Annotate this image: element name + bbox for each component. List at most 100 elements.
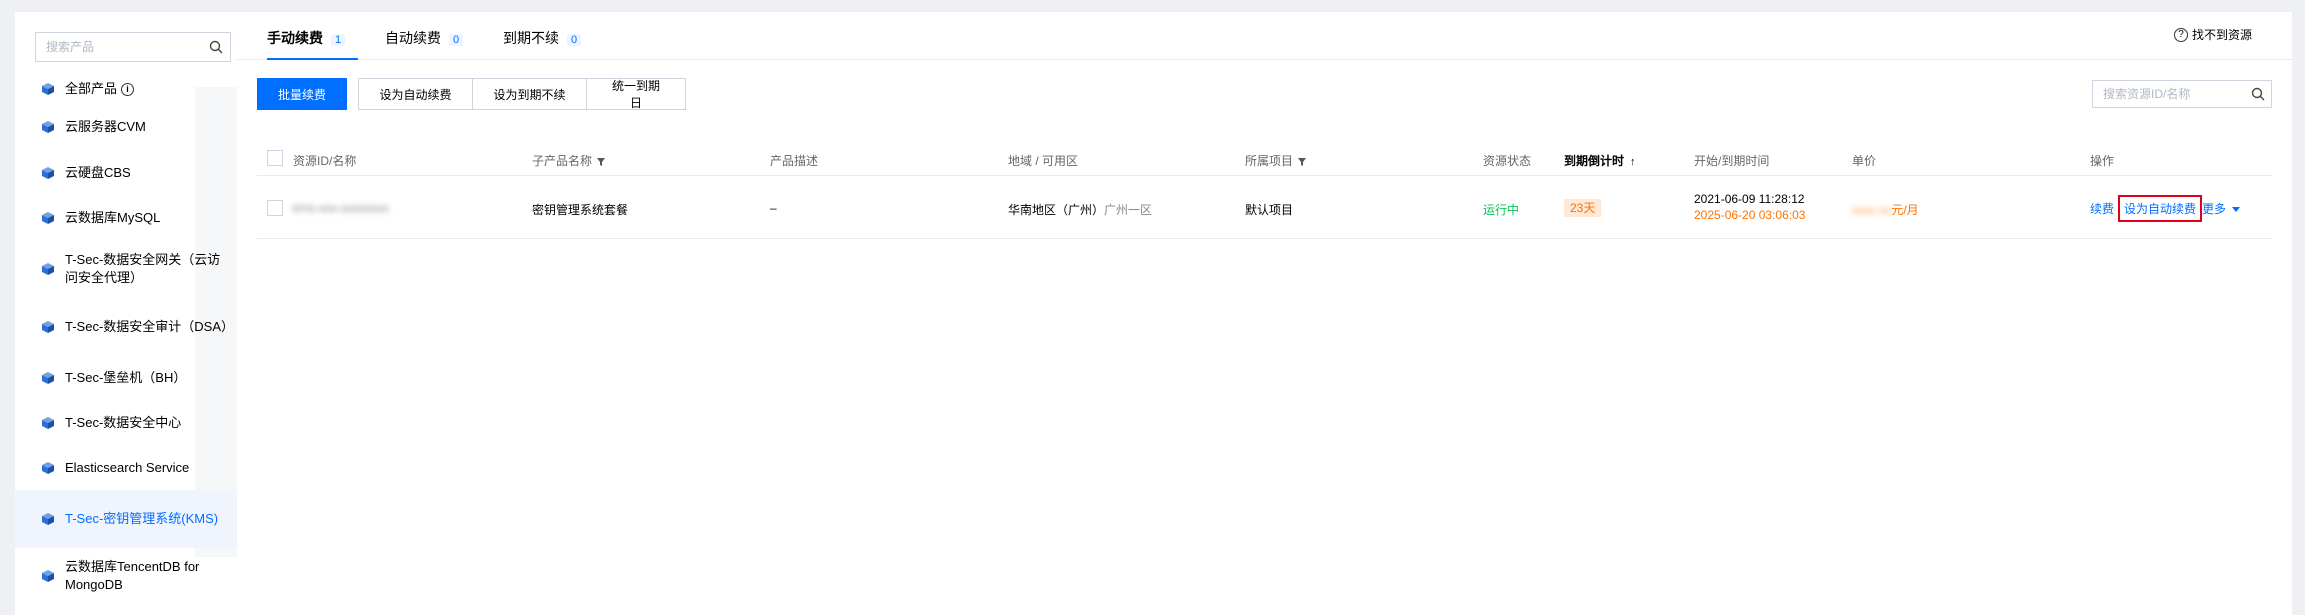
price-unit: 元/月 (1891, 203, 1919, 217)
set-auto-renew-link[interactable]: 设为自动续费 (2118, 195, 2203, 222)
sidebar-item-label: 云服务器CVM (65, 119, 146, 134)
sidebar-item-elasticsearch[interactable]: Elasticsearch Service (15, 446, 237, 490)
search-icon[interactable] (2251, 87, 2265, 101)
toolbar: 批量续费 设为自动续费 设为到期不续 统一到期日 (257, 78, 686, 110)
resource-search-box[interactable] (2092, 80, 2272, 108)
header-sub-product[interactable]: 子产品名称 (532, 152, 606, 169)
filter-icon[interactable] (1297, 157, 1307, 167)
header-label: 所属项目 (1245, 154, 1294, 168)
app-root: 全部产品i 云服务器CVM 云硬盘CBS 云数据库MySQL T-Sec-数据安… (0, 0, 2305, 615)
time-cell: 2021-06-09 11:28:12 2025-06-20 03:06:03 (1694, 191, 1805, 223)
sidebar-item-label: 云数据库TencentDB for MongoDB (65, 559, 200, 592)
product-menu: 全部产品 i 云服务器CVM 云硬盘CBS 云数据库MySQL T-Sec-数据安… (15, 74, 237, 604)
cube-icon (42, 417, 54, 429)
more-dropdown[interactable]: 更多 (2202, 200, 2241, 217)
header-region: 地域 / 可用区 (1008, 154, 1079, 168)
sidebar-item-label: T-Sec-密钥管理系统(KMS) (65, 511, 219, 526)
sidebar-item-label: T-Sec-数据安全审计（DSA） (65, 319, 235, 334)
tab-manual-renew[interactable]: 手动续费 1 (267, 28, 358, 60)
zone-text: 广州一区 (1104, 203, 1153, 217)
cube-icon (42, 462, 54, 474)
main-panel: 手动续费 1 自动续费 0 到期不续 0 ? 找不到资源 批量续费 设为自动续费 设为… (237, 12, 2292, 615)
sidebar-item-all-products[interactable]: 全部产品 i (15, 74, 237, 104)
tab-label: 自动续费 (385, 30, 441, 46)
countdown-cell: 23天 (1564, 199, 1602, 217)
cube-icon (42, 83, 54, 95)
help-label: 找不到资源 (2191, 28, 2252, 42)
actions-cell: 续费 设为自动续费 更多 (2090, 195, 2241, 222)
cube-icon (42, 513, 54, 525)
sidebar-item-label: T-Sec-堡垒机（BH） (65, 370, 187, 385)
renew-link[interactable]: 续费 (2090, 200, 2114, 217)
price-value: xxxx.xx (1852, 203, 1892, 217)
header-countdown[interactable]: 到期倒计时 ↑ (1564, 152, 1636, 169)
header-actions: 操作 (2090, 154, 2115, 168)
header-label: 子产品名称 (532, 154, 593, 168)
tab-no-renew[interactable]: 到期不续 0 (503, 28, 582, 60)
cube-icon (42, 167, 54, 179)
sidebar-item-cvm[interactable]: 云服务器CVM (15, 104, 237, 150)
header-resource-id: 资源ID/名称 (293, 154, 357, 168)
project-cell: 默认项目 (1245, 203, 1294, 217)
tab-count: 1 (331, 34, 346, 46)
tab-count: 0 (567, 34, 582, 46)
tab-label: 手动续费 (267, 30, 323, 46)
region-text: 华南地区（广州） (1008, 203, 1105, 217)
description-cell: – (770, 201, 777, 215)
sort-up-icon[interactable]: ↑ (1630, 156, 1636, 168)
header-description: 产品描述 (770, 154, 819, 168)
cube-icon (42, 212, 54, 224)
sidebar-item-casb[interactable]: T-Sec-数据安全网关（云访问安全代理） (15, 240, 237, 298)
sidebar-item-label: Elasticsearch Service (65, 460, 190, 475)
set-auto-renew-button[interactable]: 设为自动续费 (358, 78, 473, 110)
renew-tabs: 手动续费 1 自动续费 0 到期不续 0 ? 找不到资源 (237, 12, 2292, 60)
tab-count: 0 (449, 34, 464, 46)
region-cell: 华南地区（广州）广州一区 (1008, 201, 1152, 218)
start-time: 2021-06-09 11:28:12 (1694, 192, 1805, 206)
row-checkbox[interactable] (267, 200, 283, 216)
help-link[interactable]: ? 找不到资源 (2173, 26, 2252, 43)
price-cell: xxxx.xx元/月 (1852, 201, 1919, 218)
sidebar-item-label: T-Sec-数据安全网关（云访问安全代理） (65, 252, 221, 285)
product-search-input[interactable] (36, 33, 196, 61)
sidebar-item-bh[interactable]: T-Sec-堡垒机（BH） (15, 356, 237, 400)
unify-expiry-button[interactable]: 统一到期日 (586, 78, 686, 110)
header-status: 资源状态 (1483, 154, 1532, 168)
end-time: 2025-06-20 03:06:03 (1694, 208, 1806, 222)
resource-id-cell[interactable]: kms-xxx-xxxxxxxx (293, 201, 389, 215)
sidebar-item-label: 云数据库MySQL (65, 210, 161, 225)
sidebar-item-mysql[interactable]: 云数据库MySQL (15, 196, 237, 240)
question-icon: ? (2173, 27, 2188, 42)
select-all-checkbox[interactable] (267, 150, 283, 166)
resource-search-input[interactable] (2093, 81, 2243, 107)
sub-product-cell: 密钥管理系统套餐 (532, 203, 629, 217)
cube-icon (42, 121, 54, 133)
product-search-box[interactable] (35, 32, 231, 62)
cube-icon (42, 321, 54, 333)
countdown-badge: 23天 (1564, 199, 1602, 217)
table-row: kms-xxx-xxxxxxxx 密钥管理系统套餐 – 华南地区（广州）广州一区… (257, 177, 2272, 239)
batch-renew-button[interactable]: 批量续费 (257, 78, 347, 110)
cube-icon (42, 372, 54, 384)
tab-auto-renew[interactable]: 自动续费 0 (385, 28, 464, 60)
tab-label: 到期不续 (503, 30, 559, 46)
sidebar-item-dsa[interactable]: T-Sec-数据安全审计（DSA） (15, 298, 237, 356)
sidebar-item-mongodb[interactable]: 云数据库TencentDB for MongoDB (15, 548, 237, 604)
set-no-renew-button[interactable]: 设为到期不续 (472, 78, 587, 110)
sidebar-item-cbs[interactable]: 云硬盘CBS (15, 150, 237, 196)
search-icon[interactable] (209, 40, 223, 54)
product-sidebar: 全部产品i 云服务器CVM 云硬盘CBS 云数据库MySQL T-Sec-数据安… (15, 12, 237, 615)
header-time: 开始/到期时间 (1694, 154, 1770, 168)
sidebar-item-kms[interactable]: T-Sec-密钥管理系统(KMS) (15, 490, 237, 548)
cube-icon (42, 570, 54, 582)
header-project[interactable]: 所属项目 (1245, 152, 1307, 169)
filter-icon[interactable] (596, 157, 606, 167)
sidebar-item-label: 云硬盘CBS (65, 165, 131, 180)
sidebar-item-dsc[interactable]: T-Sec-数据安全中心 (15, 400, 237, 446)
header-label: 到期倒计时 (1564, 154, 1625, 168)
header-price: 单价 (1852, 154, 1877, 168)
info-icon[interactable]: i (121, 83, 135, 97)
status-badge: 运行中 (1483, 203, 1520, 217)
caret-down-icon (2232, 207, 2241, 213)
cube-icon (42, 263, 54, 275)
